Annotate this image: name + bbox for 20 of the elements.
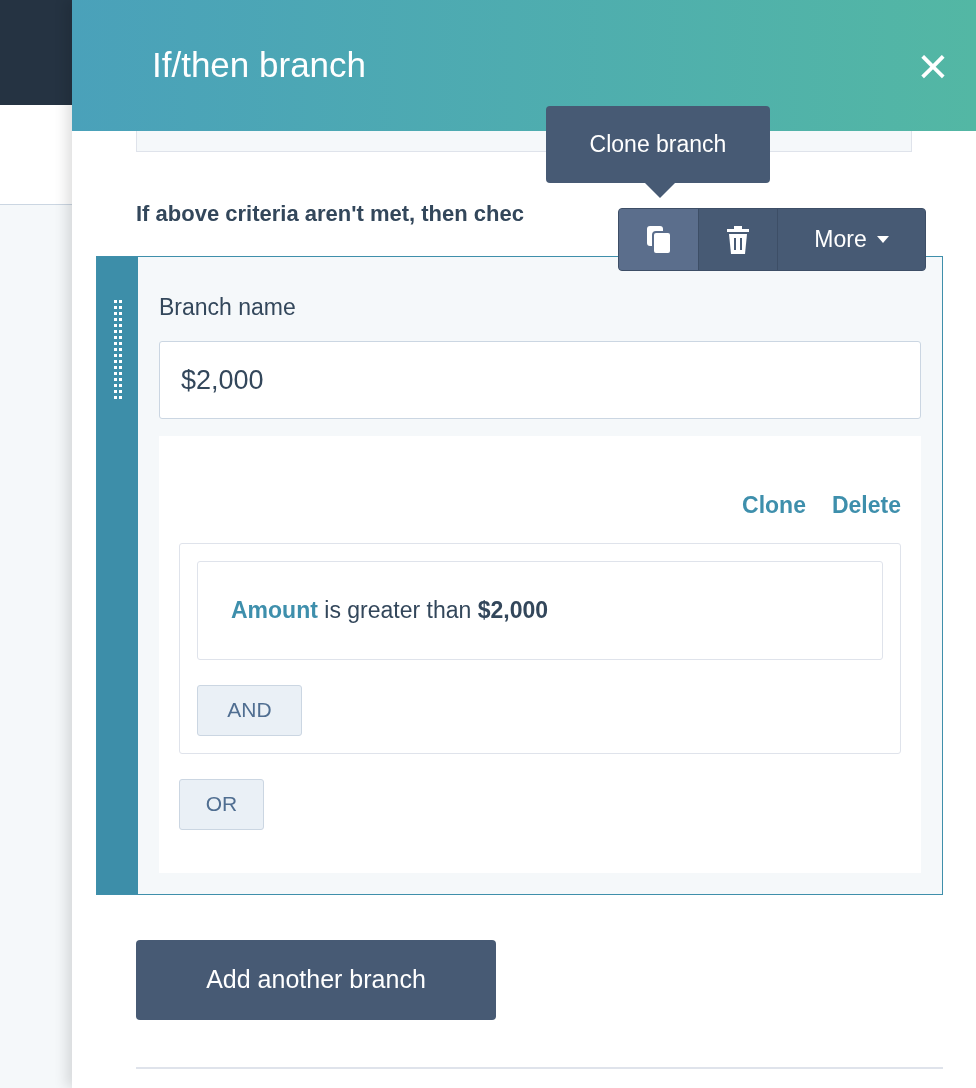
filter-text: Amount is greater than $2,000 xyxy=(231,595,549,625)
panel-title: If/then branch xyxy=(152,44,367,87)
action-link[interactable]: Clone xyxy=(742,488,806,523)
or-button[interactable]: OR xyxy=(179,778,264,830)
section-heading: If above criteria aren't met, then chec xyxy=(136,200,525,228)
tooltip-text: Clone branch xyxy=(589,130,727,160)
action-link[interactable]: Delete xyxy=(831,488,901,523)
more-button[interactable]: More xyxy=(777,209,925,270)
copy-icon xyxy=(646,225,671,254)
property-link[interactable]: Amount xyxy=(231,596,318,623)
add-branch-button[interactable]: Add another branch xyxy=(136,940,496,1020)
caret-icon xyxy=(876,236,889,243)
branch-name-field[interactable]: $2,000 xyxy=(159,341,921,419)
field-label: Branch name xyxy=(159,293,297,321)
drag-handle[interactable] xyxy=(97,257,138,894)
clone-button[interactable] xyxy=(619,209,698,270)
drag-dots-icon[interactable] xyxy=(113,300,122,402)
and-button[interactable]: AND xyxy=(197,684,302,736)
trash-icon xyxy=(727,225,749,254)
close-button[interactable]: × xyxy=(917,39,948,92)
